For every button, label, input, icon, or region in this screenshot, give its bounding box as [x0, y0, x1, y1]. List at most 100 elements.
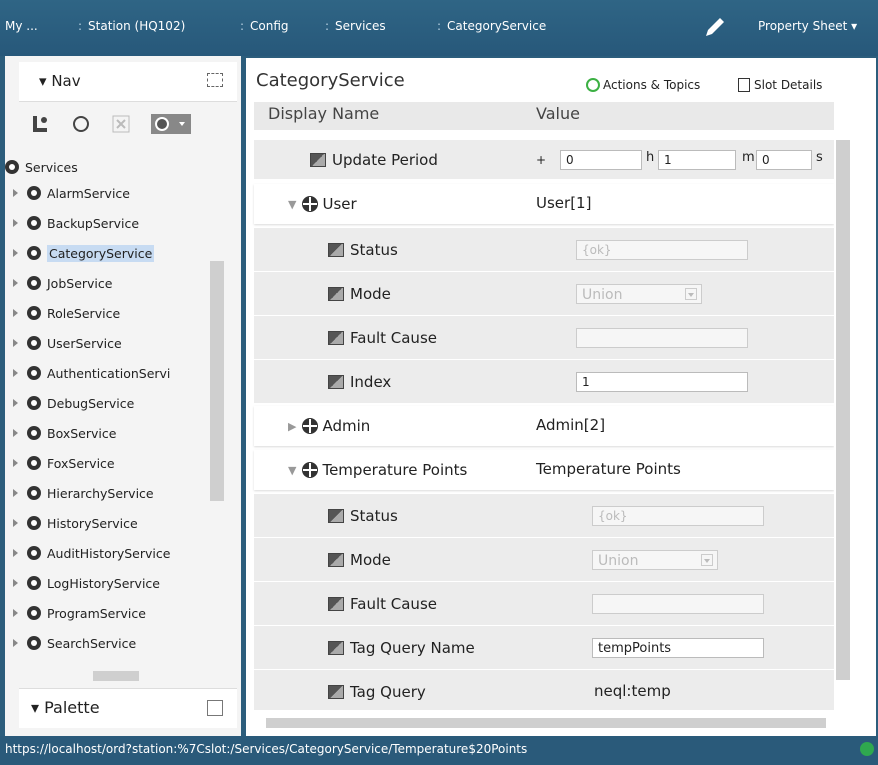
- sheet-vscrollbar[interactable]: [836, 140, 850, 680]
- tree-item-userservice[interactable]: UserService: [27, 330, 122, 356]
- row-user-fault[interactable]: Fault Cause: [254, 316, 834, 360]
- tree-item-label: LogHistoryService: [47, 575, 160, 591]
- tree-item-categoryservice[interactable]: CategoryService: [27, 240, 155, 266]
- expand-icon[interactable]: [13, 489, 18, 497]
- palette-header[interactable]: ▾ Palette: [19, 688, 237, 728]
- tree-icon[interactable]: [31, 114, 51, 134]
- tree-item-backupservice[interactable]: BackupService: [27, 210, 139, 236]
- tree-item-debugservice[interactable]: DebugService: [27, 390, 134, 416]
- view-selector[interactable]: Property Sheet ▾: [758, 19, 857, 33]
- expand-icon[interactable]: [13, 369, 18, 377]
- row-tag-query-name[interactable]: Tag Query Name tempPoints: [254, 626, 834, 670]
- sheet-hscrollbar[interactable]: [266, 718, 826, 728]
- breadcrumb-services[interactable]: : Services: [325, 19, 386, 33]
- nav-tree-scrollbar[interactable]: [210, 261, 224, 501]
- top-bar: My ... : Station (HQ102) : Config : Service…: [0, 0, 878, 56]
- expand-icon[interactable]: [13, 609, 18, 617]
- tree-item-historyservice[interactable]: HistoryService: [27, 510, 138, 536]
- expand-icon[interactable]: [13, 309, 18, 317]
- row-user-status[interactable]: Status {ok}: [254, 228, 834, 272]
- tree-item-foxservice[interactable]: FoxService: [27, 450, 115, 476]
- expand-icon[interactable]: [13, 429, 18, 437]
- expand-icon[interactable]: [13, 279, 18, 287]
- hours-field[interactable]: 0: [560, 150, 642, 170]
- breadcrumb-station[interactable]: : Station (HQ102): [78, 19, 185, 33]
- fault-cause-field: [576, 328, 748, 348]
- tree-item-services[interactable]: Services: [5, 154, 78, 180]
- tree-item-label: UserService: [47, 335, 122, 351]
- slot-icon: [328, 509, 344, 523]
- expand-icon[interactable]: [13, 639, 18, 647]
- service-icon: [27, 366, 41, 380]
- row-user[interactable]: ▼ User User[1]: [254, 184, 834, 224]
- expand-icon[interactable]: [207, 73, 223, 87]
- expand-icon[interactable]: ▶: [288, 420, 296, 433]
- breadcrumb-config-label: Config: [250, 19, 289, 33]
- pencil-icon[interactable]: [700, 14, 728, 42]
- tree-item-alarmservice[interactable]: AlarmService: [27, 180, 130, 206]
- row-tag-query[interactable]: Tag Query neql:temp: [254, 670, 834, 710]
- expand-icon[interactable]: [207, 700, 223, 716]
- row-temperature-points[interactable]: ▼ Temperature Points Temperature Points: [254, 450, 834, 490]
- check-icon: [860, 742, 874, 756]
- row-user-index[interactable]: Index 1: [254, 360, 834, 404]
- slot-details-button[interactable]: Slot Details: [738, 78, 822, 92]
- collapse-icon[interactable]: ▼: [288, 464, 296, 477]
- row-temp-fault[interactable]: Fault Cause: [254, 582, 834, 626]
- tree-item-programservice[interactable]: ProgramService: [27, 600, 146, 626]
- tag-query-name-field[interactable]: tempPoints: [592, 638, 764, 658]
- service-icon: [27, 186, 41, 200]
- hours-unit: h: [646, 150, 655, 165]
- expand-icon[interactable]: [13, 399, 18, 407]
- expand-icon[interactable]: [13, 219, 18, 227]
- minutes-field[interactable]: 1: [658, 150, 736, 170]
- tree-item-label: Services: [25, 159, 78, 175]
- row-admin[interactable]: ▶ Admin Admin[2]: [254, 406, 834, 446]
- close-icon[interactable]: [111, 114, 131, 134]
- row-label: Status: [350, 241, 398, 259]
- tree-item-hierarchyservice[interactable]: HierarchyService: [27, 480, 154, 506]
- expand-icon[interactable]: [13, 339, 18, 347]
- slot-icon: [328, 641, 344, 655]
- row-temp-status[interactable]: Status {ok}: [254, 494, 834, 538]
- tree-item-boxservice[interactable]: BoxService: [27, 420, 116, 446]
- row-label: Fault Cause: [350, 595, 437, 613]
- expand-icon[interactable]: [13, 549, 18, 557]
- expand-icon[interactable]: [13, 519, 18, 527]
- expand-icon[interactable]: [13, 189, 18, 197]
- breadcrumb-my[interactable]: My ...: [5, 19, 38, 33]
- row-user-mode[interactable]: Mode Union: [254, 272, 834, 316]
- chevron-down-icon: [685, 288, 697, 300]
- tree-item-searchservice[interactable]: SearchService: [27, 630, 136, 656]
- row-update-period[interactable]: Update Period + 0 h 1 m 0 s: [254, 140, 834, 180]
- expand-icon[interactable]: [13, 579, 18, 587]
- expand-icon[interactable]: [13, 249, 18, 257]
- tree-item-authenticationservi[interactable]: AuthenticationServi: [27, 360, 170, 386]
- tree-item-label: DebugService: [47, 395, 135, 411]
- service-icon: [27, 546, 41, 560]
- globe-menu-icon[interactable]: [151, 114, 191, 134]
- breadcrumb-categoryservice[interactable]: : CategoryService: [437, 19, 546, 33]
- collapse-icon[interactable]: ▼: [288, 198, 296, 211]
- nav-tree: Services AlarmService BackupService Categor…: [5, 144, 235, 688]
- service-icon: [27, 576, 41, 590]
- actions-topics-button[interactable]: Actions & Topics: [586, 78, 700, 92]
- component-icon: [302, 196, 319, 212]
- nav-title: ▾ Nav: [39, 72, 81, 90]
- nav-header[interactable]: ▾ Nav: [19, 62, 237, 102]
- tree-item-loghistoryservice[interactable]: LogHistoryService: [27, 570, 160, 596]
- tree-item-audithistoryservice[interactable]: AuditHistoryService: [27, 540, 170, 566]
- tree-item-label: AuditHistoryService: [47, 545, 171, 561]
- seconds-field[interactable]: 0: [756, 150, 812, 170]
- actions-label: Actions & Topics: [603, 78, 701, 92]
- refresh-icon[interactable]: [71, 114, 91, 134]
- expand-icon[interactable]: [13, 459, 18, 467]
- row-temp-mode[interactable]: Mode Union: [254, 538, 834, 582]
- breadcrumb-config[interactable]: : Config: [240, 19, 289, 33]
- service-icon: [27, 306, 41, 320]
- service-icon: [27, 336, 41, 350]
- tree-item-jobservice[interactable]: JobService: [27, 270, 112, 296]
- index-field[interactable]: 1: [576, 372, 748, 392]
- nav-tree-hscrollbar[interactable]: [93, 671, 139, 681]
- tree-item-roleservice[interactable]: RoleService: [27, 300, 120, 326]
